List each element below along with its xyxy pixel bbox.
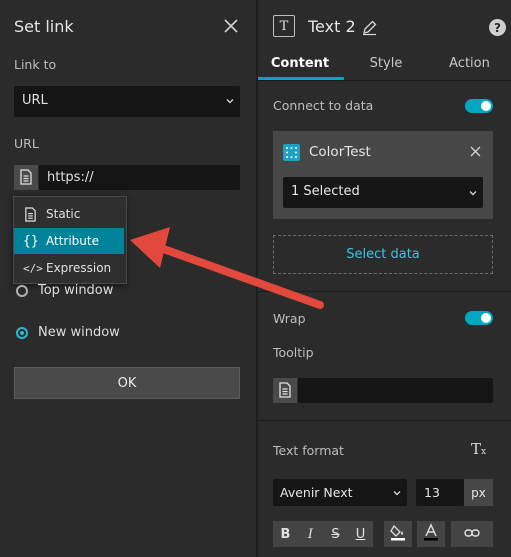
annotation-arrow [130, 227, 324, 309]
